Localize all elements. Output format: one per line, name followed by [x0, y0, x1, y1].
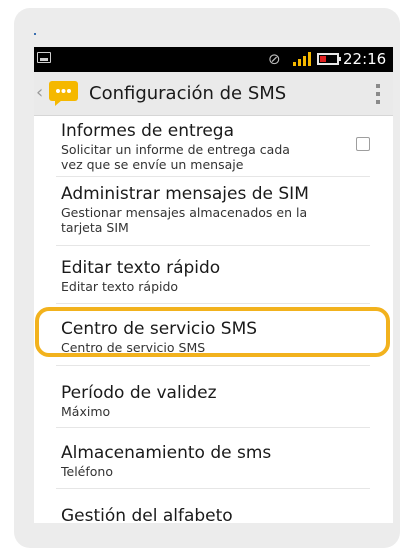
- overflow-dot: [376, 84, 380, 88]
- overflow-dot: [376, 92, 380, 96]
- pref-summary: Editar texto rápido: [61, 279, 179, 294]
- divider: [56, 176, 370, 177]
- pref-summary: Máximo: [61, 404, 111, 419]
- page-title: Configuración de SMS: [89, 83, 287, 104]
- divider: [56, 303, 370, 304]
- pref-sms-storage[interactable]: Almacenamiento de sms Teléfono: [34, 442, 393, 479]
- overflow-menu-icon[interactable]: [363, 79, 393, 109]
- phone-screen: ⊘ 22:16 ‹ Configuración de SMS Informes …: [34, 47, 393, 523]
- pref-summary: Teléfono: [61, 464, 113, 479]
- divider: [56, 488, 370, 489]
- decorative-dot: [34, 33, 36, 35]
- divider: [56, 427, 370, 428]
- status-bar: ⊘ 22:16: [34, 47, 393, 72]
- mute-icon: ⊘: [268, 50, 281, 68]
- delivery-reports-checkbox[interactable]: [356, 137, 370, 151]
- messaging-icon[interactable]: [49, 81, 78, 106]
- signal-icon: [293, 52, 311, 66]
- pref-delivery-reports[interactable]: Informes de entrega Solicitar un informe…: [34, 120, 393, 172]
- divider: [56, 245, 370, 246]
- pref-title: Período de validez: [61, 383, 217, 403]
- pref-validity-period[interactable]: Período de validez Máximo: [34, 382, 393, 419]
- image-notification-icon: [37, 52, 51, 63]
- pref-title: Administrar mensajes de SIM: [61, 184, 309, 204]
- divider: [56, 365, 370, 366]
- pref-title: Almacenamiento de sms: [61, 443, 272, 463]
- overflow-dot: [376, 100, 380, 104]
- highlight-outline: [35, 307, 390, 357]
- pref-alphabet-management[interactable]: Gestión del alfabeto: [34, 505, 393, 523]
- action-bar: ‹ Configuración de SMS: [34, 72, 393, 116]
- status-time: 22:16: [343, 50, 387, 68]
- pref-manage-sim-messages[interactable]: Administrar mensajes de SIM Gestionar me…: [34, 183, 393, 235]
- battery-icon: [317, 53, 341, 65]
- pref-summary: Solicitar un informe de entrega cada vez…: [61, 142, 290, 172]
- pref-summary: Gestionar mensajes almacenados en la tar…: [61, 205, 308, 235]
- pref-title: Informes de entrega: [61, 121, 234, 141]
- pref-title: Gestión del alfabeto: [61, 506, 233, 523]
- pref-edit-quick-text[interactable]: Editar texto rápido Editar texto rápido: [34, 257, 393, 294]
- pref-title: Editar texto rápido: [61, 258, 221, 278]
- chevron-left-icon[interactable]: ‹: [36, 82, 43, 104]
